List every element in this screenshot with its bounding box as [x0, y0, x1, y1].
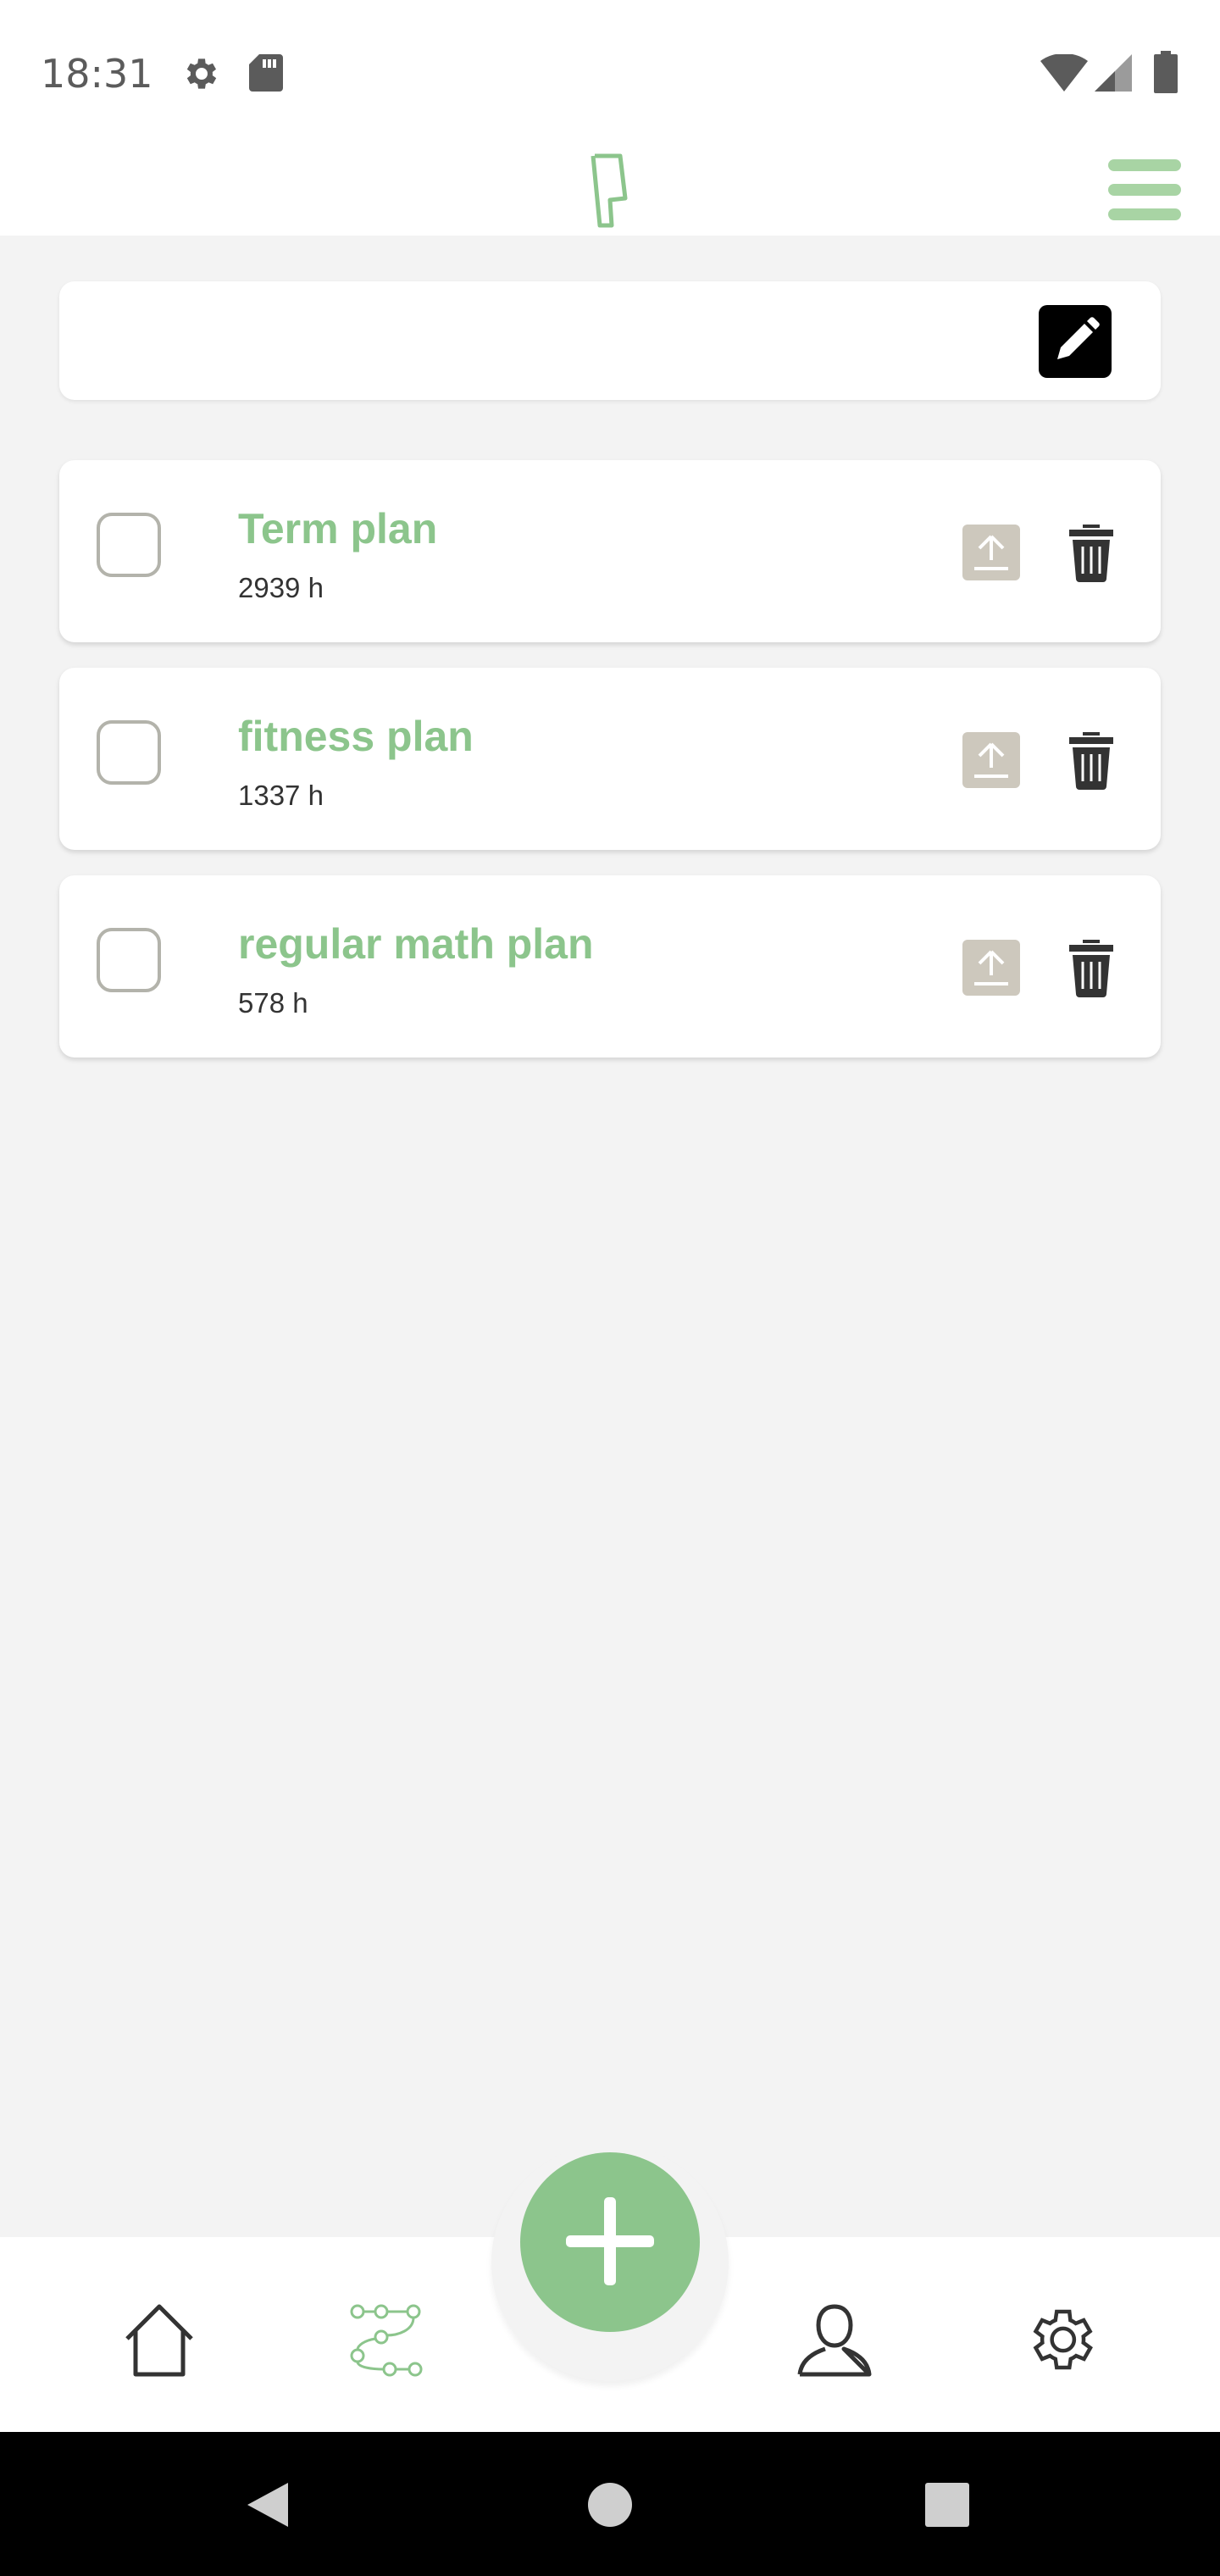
settings-icon[interactable] [1022, 2301, 1098, 2378]
plan-checkbox[interactable] [97, 720, 161, 785]
profile-icon[interactable] [796, 2301, 873, 2378]
trash-icon [1069, 525, 1113, 582]
plan-card[interactable]: fitness plan 1337 h [59, 668, 1161, 850]
plan-title[interactable]: fitness plan [238, 712, 474, 761]
signal-icon [1095, 54, 1132, 92]
settings-icon [186, 58, 217, 89]
upload-icon [974, 742, 1008, 778]
trash-icon [1069, 940, 1113, 997]
plan-hours: 578 h [238, 987, 308, 1019]
plan-checkbox[interactable] [97, 513, 161, 577]
recents-icon[interactable] [925, 2483, 969, 2527]
pencil-icon [1057, 317, 1100, 359]
system-nav-bar [0, 2432, 1220, 2576]
plan-hours: 2939 h [238, 572, 324, 603]
edit-button[interactable] [1039, 305, 1112, 378]
app-header [0, 144, 1220, 236]
wifi-icon [1040, 54, 1088, 92]
delete-button[interactable] [1068, 938, 1115, 997]
plans-icon[interactable] [347, 2301, 424, 2378]
add-button[interactable] [520, 2152, 700, 2332]
home-icon[interactable] [122, 2301, 197, 2378]
delete-button[interactable] [1068, 730, 1115, 790]
upload-button[interactable] [962, 940, 1020, 996]
upload-button[interactable] [962, 525, 1020, 580]
back-icon[interactable] [244, 2481, 291, 2529]
hamburger-menu-icon[interactable] [1108, 159, 1181, 220]
upload-icon [974, 535, 1008, 570]
upload-icon [974, 950, 1008, 985]
home-circle-icon[interactable] [586, 2481, 634, 2529]
search-bar[interactable] [59, 281, 1161, 400]
status-bar: 18:31 [0, 0, 1220, 144]
sd-card-icon [249, 54, 283, 92]
trash-icon [1069, 732, 1113, 790]
app-logo [591, 153, 628, 228]
plan-card[interactable]: Term plan 2939 h [59, 460, 1161, 642]
upload-button[interactable] [962, 732, 1020, 788]
plan-card[interactable]: regular math plan 578 h [59, 875, 1161, 1058]
delete-button[interactable] [1068, 523, 1115, 582]
status-time: 18:31 [41, 51, 153, 97]
battery-icon [1154, 51, 1178, 93]
plan-hours: 1337 h [238, 780, 324, 811]
plan-checkbox[interactable] [97, 928, 161, 992]
plan-title[interactable]: regular math plan [238, 919, 594, 969]
plan-title[interactable]: Term plan [238, 504, 437, 553]
